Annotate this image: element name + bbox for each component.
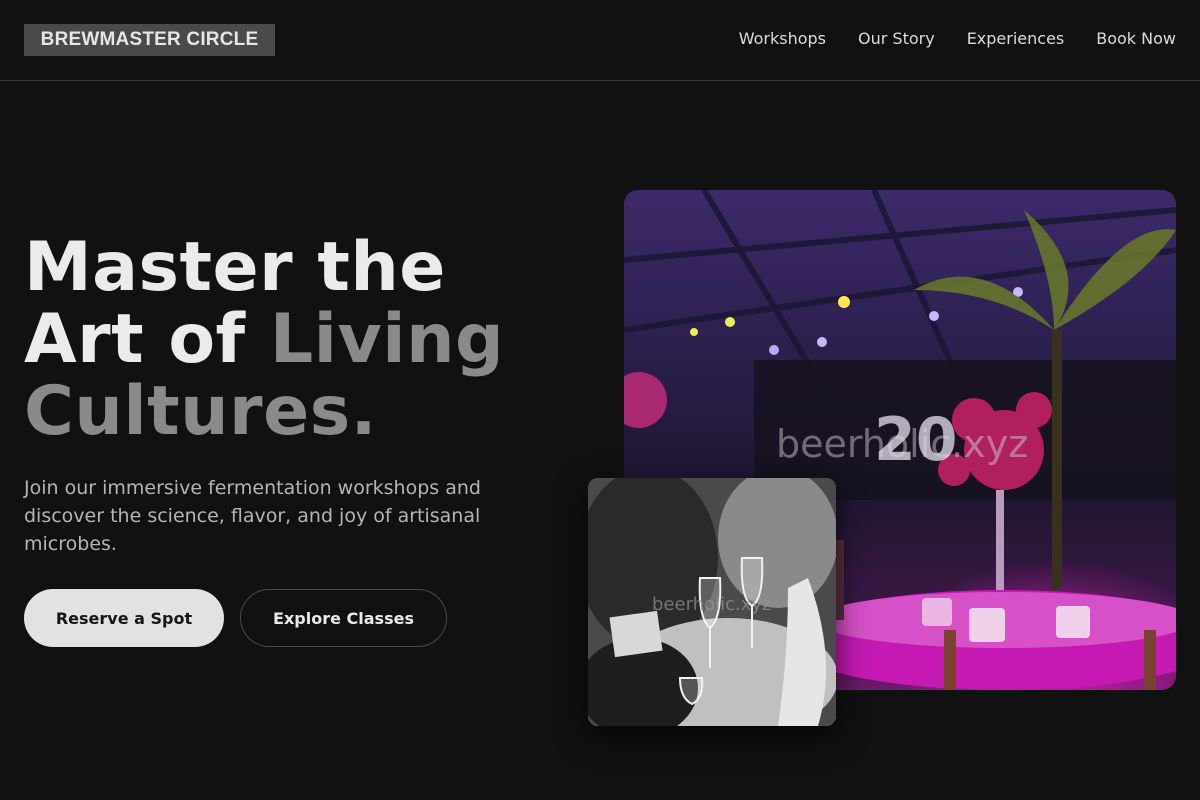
hero-title: Master the Art of Living Cultures.: [24, 232, 584, 448]
hero-title-line1: Master the: [24, 228, 446, 307]
hero-subtitle: Join our immersive fermentation workshop…: [24, 477, 481, 555]
nav-workshops[interactable]: Workshops: [739, 28, 826, 50]
hero-title-line2b: Living: [269, 300, 505, 379]
reserve-spot-button[interactable]: Reserve a Spot: [24, 589, 224, 647]
site-header: BREWMASTER CIRCLE Workshops Our Story Ex…: [0, 0, 1200, 81]
small-image-watermark: beerholic.xyz: [652, 594, 772, 615]
hero-title-line3: Cultures.: [24, 372, 377, 451]
main-nav: Workshops Our Story Experiences Book Now: [739, 28, 1176, 50]
nav-our-story[interactable]: Our Story: [858, 28, 935, 50]
main-image-watermark: beerholic.xyz: [776, 422, 1029, 466]
nav-book-now[interactable]: Book Now: [1096, 28, 1176, 50]
toast-photo-image: beerholic.xyz: [588, 478, 836, 726]
explore-classes-button[interactable]: Explore Classes: [240, 589, 447, 647]
brand-logo[interactable]: BREWMASTER CIRCLE: [24, 24, 275, 56]
hero-title-line2a: Art of: [24, 300, 270, 379]
nav-experiences[interactable]: Experiences: [967, 28, 1065, 50]
